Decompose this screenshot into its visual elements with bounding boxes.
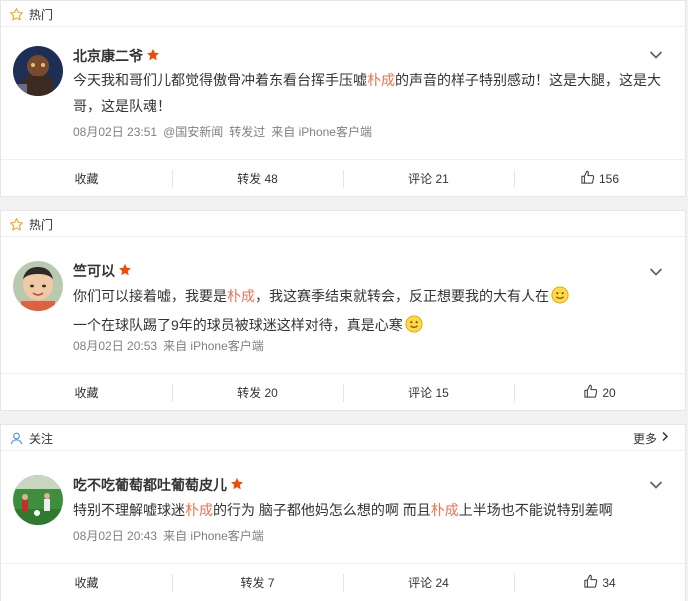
red-star-icon [230,477,244,494]
follow-tag: 关注 [9,425,53,451]
tag-label: 关注 [29,431,54,446]
favorite-label: 收藏 [74,386,99,400]
action-bar: 收藏 转发 7 评论 24 34 [1,563,685,601]
like-count: 20 [602,385,616,400]
red-star-icon [118,263,132,280]
smile-emoji-icon [551,286,569,312]
username-text[interactable]: 竺可以 [73,261,115,281]
tag-label: 热门 [29,217,54,232]
hot-tag: 热门 [9,211,53,237]
post-card: 热门 竺可以 你们可以接着嘘，我要是朴成，我这赛季结束就转会，反正想要我的大有人… [0,210,686,411]
star-outline-icon [9,217,24,232]
post-source: 来自 iPhone客户端 [163,529,264,543]
username[interactable]: 吃不吃葡萄都吐葡萄皮儿 [73,475,244,495]
repost-button[interactable]: 转发 48 [172,160,343,197]
post-text: 今天我和哥们儿都觉得傲骨冲着东看台挥手压嘘朴成的声音的样子特别感动！这是大腿，这… [73,67,663,119]
tag-label: 热门 [29,7,54,22]
post-card: 关注 更多 吃不吃葡萄都吐葡萄皮儿 特别不理解嘘球迷朴成的行为 脑子都他妈怎么想… [0,424,686,601]
person-outline-icon [9,431,24,446]
text-segment: 特别不理解嘘球迷 [73,502,185,518]
thumbs-up-icon [583,574,598,592]
post-meta: 08月02日 20:43 来自 iPhone客户端 [73,527,264,544]
post-card: 热门 北京康二爷 今天我和哥们儿都觉得傲骨冲着东看台挥手压嘘朴成的声音的样子特别… [0,0,686,197]
mention-link[interactable]: 朴成 [367,72,395,88]
post-source: 来自 iPhone客户端 [163,339,264,353]
chevron-down-icon[interactable] [649,48,663,63]
more-label: 更多 [632,431,657,446]
comment-label: 评论 15 [408,386,449,400]
text-segment: 的行为 脑子都他妈怎么想的啊 而且 [213,502,431,518]
post-time[interactable]: 08月02日 20:43 [73,527,157,544]
comment-label: 评论 21 [408,172,449,186]
comment-button[interactable]: 评论 24 [343,564,514,601]
username[interactable]: 竺可以 [73,261,132,281]
username[interactable]: 北京康二爷 [73,46,160,66]
repost-label: 转发 48 [237,172,278,186]
favorite-button[interactable]: 收藏 [1,160,172,197]
thumbs-up-icon [583,384,598,402]
text-segment: 你们可以接着嘘，我要是 [73,288,227,304]
post-meta: 08月02日 20:53 来自 iPhone客户端 [73,337,264,354]
chevron-down-icon[interactable] [649,478,663,493]
favorite-label: 收藏 [74,576,99,590]
repost-button[interactable]: 转发 7 [172,564,343,601]
avatar[interactable] [13,46,63,96]
hot-tag: 热门 [9,1,53,27]
mention-link[interactable]: 朴成 [227,288,255,304]
mention-link[interactable]: 朴成 [431,502,459,518]
star-outline-icon [9,7,24,22]
repost-label: 转发 7 [240,576,275,590]
avatar[interactable] [13,261,63,311]
text-segment: ，我这赛季结束就转会，反正想要我的大有人在 [255,288,549,304]
repost-label: 转发过 [229,125,266,139]
smile-emoji-icon [405,315,423,341]
mention-link[interactable]: 朴成 [185,502,213,518]
post-source: 来自 iPhone客户端 [271,125,372,139]
chevron-down-icon[interactable] [649,265,663,280]
red-star-icon [146,48,160,65]
favorite-label: 收藏 [74,172,99,186]
post-meta: 08月02日 23:51 @国安新闻 转发过 来自 iPhone客户端 [73,123,372,140]
username-text[interactable]: 北京康二爷 [73,46,143,66]
comment-button[interactable]: 评论 21 [343,160,514,197]
text-segment: 今天我和哥们儿都觉得傲骨冲着东看台挥手压嘘 [73,72,367,88]
post-time[interactable]: 08月02日 23:51 [73,123,157,140]
like-button[interactable]: 156 [514,160,685,197]
like-button[interactable]: 34 [514,564,685,601]
action-bar: 收藏 转发 20 评论 15 20 [1,373,685,411]
like-count: 156 [598,171,620,186]
text-segment: 上半场也不能说特别差啊 [458,502,613,518]
post-text: 特别不理解嘘球迷朴成的行为 脑子都他妈怎么想的啊 而且朴成上半场也不能说特别差啊 [73,497,663,523]
more-link[interactable]: 更多 [633,425,669,451]
action-bar: 收藏 转发 48 评论 21 156 [1,159,685,197]
favorite-button[interactable]: 收藏 [1,564,172,601]
chevron-right-icon [661,431,669,445]
comment-button[interactable]: 评论 15 [343,374,514,411]
card-header: 热门 [1,1,685,27]
repost-label: 转发 20 [237,386,278,400]
avatar[interactable] [13,475,63,525]
via-user-link[interactable]: @国安新闻 [163,123,223,140]
like-button[interactable]: 20 [514,374,685,411]
post-text: 你们可以接着嘘，我要是朴成，我这赛季结束就转会，反正想要我的大有人在 一个在球队… [73,283,663,341]
repost-button[interactable]: 转发 20 [172,374,343,411]
username-text[interactable]: 吃不吃葡萄都吐葡萄皮儿 [73,475,227,495]
card-header: 热门 [1,211,685,237]
like-count: 34 [602,575,616,590]
text-segment: 一个在球队踢了9年的球员被球迷这样对待，真是心寒 [73,317,403,333]
text-line: 你们可以接着嘘，我要是朴成，我这赛季结束就转会，反正想要我的大有人在 [73,283,663,312]
post-time[interactable]: 08月02日 20:53 [73,337,157,354]
comment-label: 评论 24 [408,576,449,590]
thumbs-up-icon [580,170,595,188]
card-header: 关注 更多 [1,425,685,451]
favorite-button[interactable]: 收藏 [1,374,172,411]
